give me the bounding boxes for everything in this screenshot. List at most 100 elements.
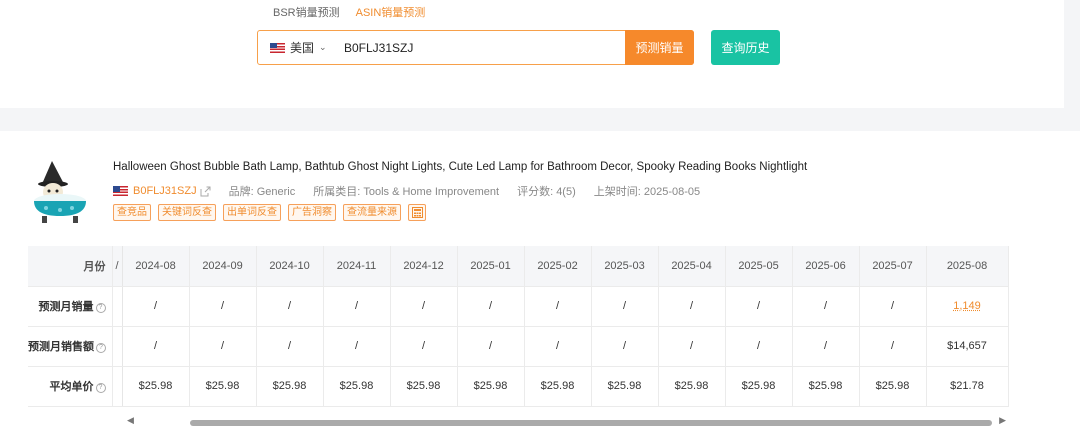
help-icon[interactable]: ? xyxy=(95,303,106,313)
table-cell: / xyxy=(390,286,458,327)
month-col: 2025-01 xyxy=(457,246,525,287)
search-panel: BSR销量预测 ASIN销量预测 美国 ⌄ 预测销量 查询历史 xyxy=(0,0,1064,108)
horizontal-scrollbar[interactable]: ◀ ▶ xyxy=(124,415,1008,431)
month-col: 2025-05 xyxy=(725,246,793,287)
table-cell: / xyxy=(256,326,324,367)
brand-text: 品牌: Generic xyxy=(228,186,296,198)
category-text: 所属类目: Tools & Home Improvement xyxy=(313,186,500,198)
table-cell: / xyxy=(591,286,659,327)
find-competitors-button[interactable]: 查竞品 xyxy=(113,204,151,221)
table-cell: $25.98 xyxy=(122,366,190,407)
table-cell: / xyxy=(189,286,257,327)
month-col: 2024-12 xyxy=(390,246,458,287)
table-cell: $25.98 xyxy=(323,366,391,407)
product-actions: 查竞品 关键词反查 出单词反查 广告洞察 查流量来源 xyxy=(113,204,426,221)
calculator-icon[interactable] xyxy=(408,204,426,221)
column-separator: / xyxy=(112,246,123,287)
table-header-row: 月份 / 2024-08 2024-09 2024-10 2024-11 202… xyxy=(28,246,1009,287)
table-cell: / xyxy=(524,326,592,367)
help-icon[interactable]: ? xyxy=(95,383,106,393)
table-cell: / xyxy=(256,286,324,327)
table-cell: / xyxy=(725,286,793,327)
table-cell: / xyxy=(792,286,860,327)
table-cell: / xyxy=(524,286,592,327)
table-row: 预测月销售额? / / / / / / / / / / / / $14,657 xyxy=(28,326,1009,367)
predict-sales-button[interactable]: 预测销量 xyxy=(625,30,694,65)
table-cell: / xyxy=(859,326,927,367)
month-col: 2025-02 xyxy=(524,246,592,287)
table-cell: / xyxy=(122,326,190,367)
tab-bsr-forecast[interactable]: BSR销量预测 xyxy=(273,4,340,20)
scroll-left-arrow-icon[interactable]: ◀ xyxy=(127,415,134,426)
us-flag-icon xyxy=(270,42,285,53)
month-col: 2024-10 xyxy=(256,246,324,287)
forecast-table: 月份 / 2024-08 2024-09 2024-10 2024-11 202… xyxy=(28,246,1009,407)
order-keyword-reverse-button[interactable]: 出单词反查 xyxy=(223,204,281,221)
chevron-down-icon: ⌄ xyxy=(319,42,327,52)
table-cell: / xyxy=(457,326,525,367)
table-cell: $14,657 xyxy=(926,326,1009,367)
month-col: 2025-07 xyxy=(859,246,927,287)
month-col: 2024-08 xyxy=(122,246,190,287)
asin-input[interactable] xyxy=(338,31,618,64)
mode-tabs: BSR销量预测 ASIN销量预测 xyxy=(273,4,425,20)
table-cell: / xyxy=(792,326,860,367)
column-separator xyxy=(112,326,123,367)
table-row: 预测月销量? / / / / / / / / / / / / 1,149 xyxy=(28,286,1009,327)
table-cell: $25.98 xyxy=(189,366,257,407)
month-col: 2025-04 xyxy=(658,246,726,287)
us-flag-icon xyxy=(113,186,128,196)
table-cell: $25.98 xyxy=(725,366,793,407)
country-select[interactable]: 美国 ⌄ xyxy=(258,39,338,56)
table-cell: $25.98 xyxy=(256,366,324,407)
monthly-sales-label: 预测月销量 xyxy=(38,301,94,313)
keyword-reverse-button[interactable]: 关键词反查 xyxy=(158,204,216,221)
column-separator xyxy=(112,286,123,327)
rating-text: 评分数: 4(5) xyxy=(517,186,576,198)
table-cell: / xyxy=(323,286,391,327)
table-cell: 1,149 xyxy=(926,286,1009,327)
traffic-source-button[interactable]: 查流量来源 xyxy=(343,204,401,221)
table-row: 平均单价? $25.98 $25.98 $25.98 $25.98 $25.98… xyxy=(28,366,1009,407)
scrollbar-thumb[interactable] xyxy=(190,420,992,426)
table-cell: $25.98 xyxy=(390,366,458,407)
monthly-revenue-label: 预测月销售额 xyxy=(28,341,94,353)
month-col: 2025-06 xyxy=(792,246,860,287)
table-cell: $25.98 xyxy=(524,366,592,407)
month-col: 2025-08 xyxy=(926,246,1009,287)
tab-asin-forecast[interactable]: ASIN销量预测 xyxy=(356,4,426,20)
table-cell: / xyxy=(658,286,726,327)
result-panel: Halloween Ghost Bubble Bath Lamp, Bathtu… xyxy=(0,131,1080,436)
country-label: 美国 xyxy=(290,41,315,55)
table-cell: / xyxy=(122,286,190,327)
table-cell: $25.98 xyxy=(658,366,726,407)
ad-insights-button[interactable]: 广告洞察 xyxy=(288,204,336,221)
avg-price-label: 平均单价 xyxy=(49,381,94,393)
month-col: 2025-03 xyxy=(591,246,659,287)
external-link-icon[interactable] xyxy=(200,186,211,197)
launch-date-text: 上架时间: 2025-08-05 xyxy=(593,186,701,198)
table-cell: / xyxy=(189,326,257,367)
table-cell: / xyxy=(725,326,793,367)
product-title[interactable]: Halloween Ghost Bubble Bath Lamp, Bathtu… xyxy=(113,161,807,173)
help-icon[interactable]: ? xyxy=(96,343,106,353)
table-cell: $21.78 xyxy=(926,366,1009,407)
table-cell: / xyxy=(591,326,659,367)
table-cell: / xyxy=(457,286,525,327)
table-cell: / xyxy=(859,286,927,327)
sales-value-link[interactable]: 1,149 xyxy=(953,300,981,312)
asin-link[interactable]: B0FLJ31SZJ xyxy=(133,185,197,197)
product-image[interactable] xyxy=(28,157,92,225)
month-col: 2024-11 xyxy=(323,246,391,287)
table-cell: $25.98 xyxy=(792,366,860,407)
product-meta: B0FLJ31SZJ 品牌: Generic 所属类目: Tools & Hom… xyxy=(113,183,700,199)
table-cell: / xyxy=(323,326,391,367)
row-label: 预测月销量? xyxy=(28,286,113,327)
row-label: 预测月销售额? xyxy=(28,326,113,367)
scroll-right-arrow-icon[interactable]: ▶ xyxy=(999,415,1006,426)
query-history-button[interactable]: 查询历史 xyxy=(711,30,780,65)
asin-search-box: 美国 ⌄ 预测销量 xyxy=(257,30,694,65)
table-cell: $25.98 xyxy=(591,366,659,407)
month-col: 2024-09 xyxy=(189,246,257,287)
month-header: 月份 xyxy=(28,246,113,287)
